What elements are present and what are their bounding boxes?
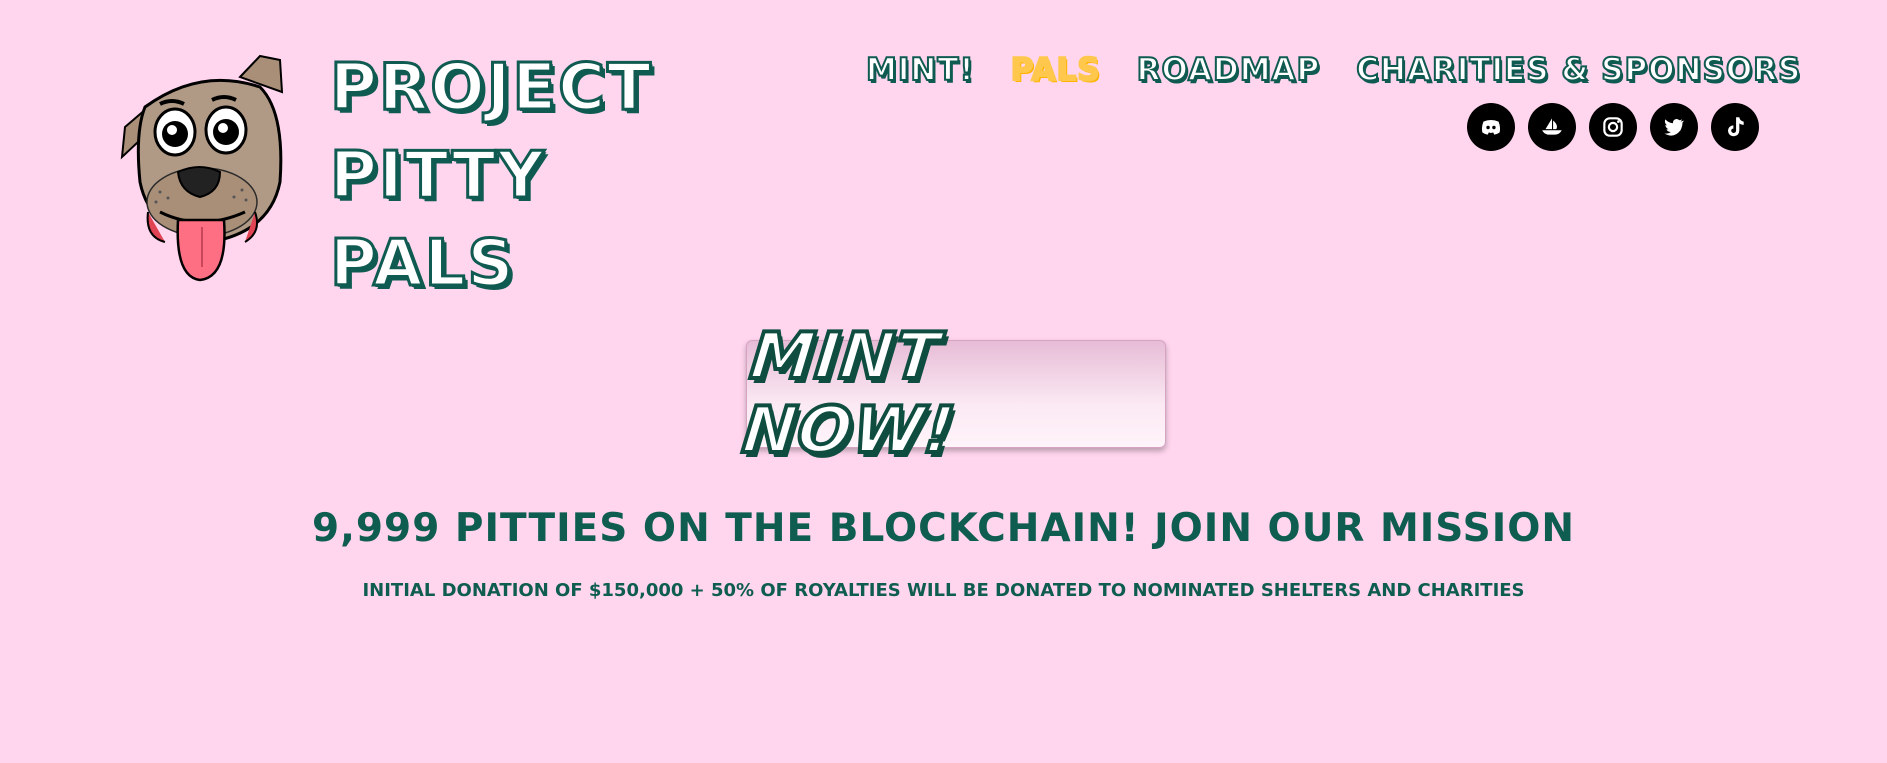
site-title-line: PITTY — [329, 138, 546, 215]
opensea-icon[interactable] — [1528, 103, 1576, 151]
social-links — [1467, 103, 1759, 151]
hero-subline: INITIAL DONATION OF $150,000 + 50% OF RO… — [362, 580, 1525, 601]
logo-dog-icon[interactable] — [120, 52, 290, 287]
site-title-line: PALS — [329, 226, 516, 303]
instagram-icon[interactable] — [1589, 103, 1637, 151]
nav-item-charities-sponsors[interactable]: CHARITIES & SPONSORS — [1355, 51, 1801, 89]
twitter-icon[interactable] — [1650, 103, 1698, 151]
nav-item-roadmap[interactable]: ROADMAP — [1136, 51, 1321, 89]
nav-item-mint[interactable]: MINT! — [865, 51, 975, 89]
nav-item-pals[interactable]: PALS — [1010, 51, 1101, 89]
tiktok-icon[interactable] — [1711, 103, 1759, 151]
discord-icon[interactable] — [1467, 103, 1515, 151]
site-title[interactable]: PROJECT PITTY PALS — [329, 44, 653, 308]
mint-now-label: MINT NOW! — [737, 318, 961, 470]
main-nav: MINT! PALS ROADMAP CHARITIES & SPONSORS — [865, 51, 1801, 89]
site-title-line: PROJECT — [329, 50, 653, 127]
hero-headline: 9,999 PITTIES ON THE BLOCKCHAIN! JOIN OU… — [311, 506, 1576, 551]
mint-now-button[interactable]: MINT NOW! — [737, 318, 1166, 470]
